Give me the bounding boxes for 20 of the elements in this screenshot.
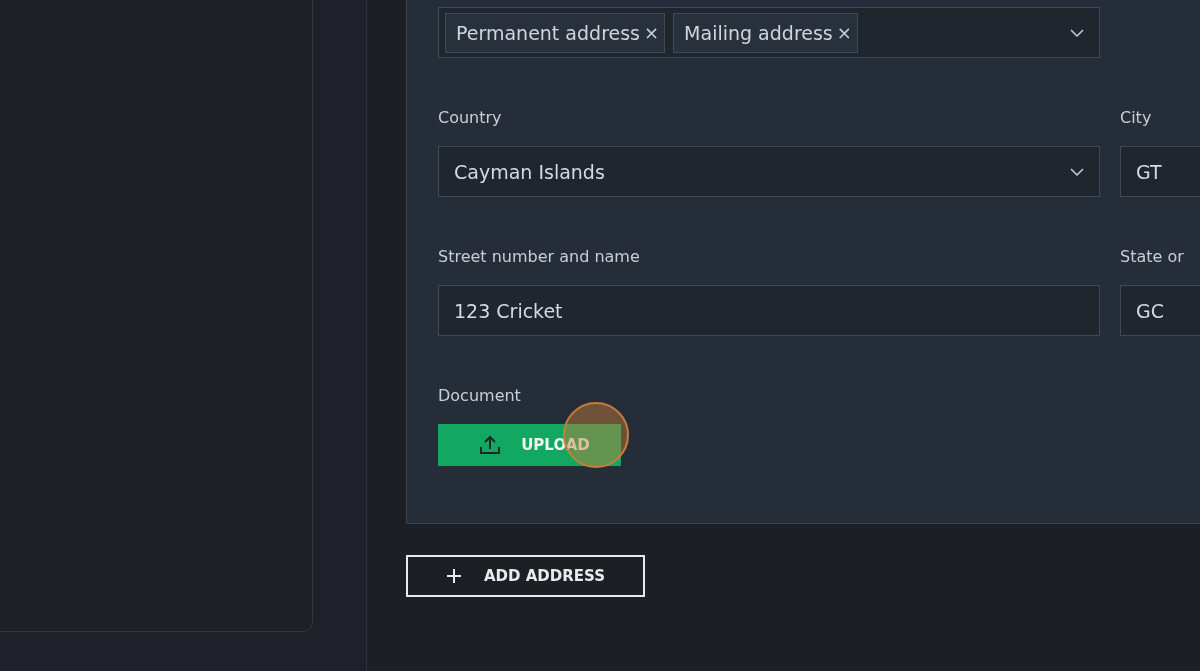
remove-chip-button[interactable]: × — [836, 22, 852, 43]
field-label: Street number and name — [438, 247, 641, 267]
upload-icon — [479, 435, 502, 455]
chevron-down-icon — [1070, 167, 1084, 176]
chevron-down-icon — [1070, 28, 1084, 37]
address-type-select[interactable]: Permanent address × Mailing address × — [438, 7, 1100, 58]
field-label: City — [1120, 108, 1153, 128]
input-field[interactable]: GC — [1120, 285, 1200, 336]
input-field[interactable]: GT — [1120, 146, 1200, 197]
select-value: Cayman Islands — [454, 160, 606, 183]
country-select[interactable]: Cayman Islands — [438, 146, 1100, 197]
field-label: Document — [438, 386, 522, 406]
input-field[interactable]: 123 Cricket — [438, 285, 1100, 336]
field-label: Country — [438, 108, 503, 128]
chip-label: Permanent address — [456, 21, 640, 44]
field-label: State or — [1120, 247, 1185, 267]
plus-icon — [446, 568, 462, 584]
chip-label: Mailing address — [684, 21, 833, 44]
remove-chip-button[interactable]: × — [644, 22, 660, 43]
add-address-button[interactable]: ADD ADDRESS — [406, 555, 645, 597]
